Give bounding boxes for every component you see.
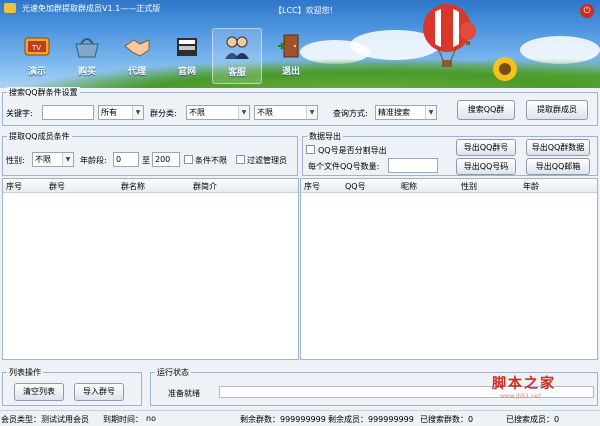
group-title: 运行状态	[155, 367, 191, 378]
nav-agent[interactable]: 代理	[112, 28, 162, 84]
table-header: 序号 QQ号 昵称 性别 年龄	[301, 179, 597, 193]
keyword-input[interactable]	[42, 105, 94, 120]
filter-admin-label: 过滤管理员	[247, 156, 287, 165]
basket-icon	[75, 38, 99, 58]
column-header[interactable]: 群名称	[121, 181, 145, 192]
column-header[interactable]: 序号	[304, 181, 320, 192]
category-label: 群分类:	[150, 109, 177, 118]
category-select-2[interactable]: 不限 ▼	[254, 105, 318, 120]
clear-list-button[interactable]: 清空列表	[14, 383, 64, 401]
per-file-label: 每个文件QQ号数量:	[308, 162, 380, 171]
member-list-table[interactable]: 序号 QQ号 昵称 性别 年龄	[300, 178, 598, 360]
age-to-label: 至	[142, 156, 150, 165]
sunflower-icon	[493, 57, 517, 81]
chevron-down-icon: ▼	[132, 106, 143, 119]
group-title: 搜索QQ群条件设置	[7, 87, 80, 98]
group-title: 数据导出	[307, 131, 343, 142]
search-group-button[interactable]: 搜索QQ群	[457, 100, 515, 120]
extract-members-button[interactable]: 提取群成员	[526, 100, 588, 120]
close-power-icon[interactable]: ⏻	[580, 4, 594, 18]
scope-select[interactable]: 所有 ▼	[98, 105, 144, 120]
nav-support[interactable]: 客服	[212, 28, 262, 84]
nav-buy[interactable]: 购买	[62, 28, 112, 84]
column-header[interactable]: 群号	[49, 181, 65, 192]
split-export-label: QQ号是否分割导出	[318, 146, 387, 155]
nav-label: 代理	[127, 67, 146, 77]
query-mode-label: 查询方式:	[333, 109, 368, 118]
category-select-1[interactable]: 不限 ▼	[186, 105, 250, 120]
split-export-checkbox[interactable]	[306, 145, 315, 154]
nav-label: 演示	[27, 67, 46, 77]
group-title: 提取QQ成员条件	[7, 131, 72, 142]
chevron-down-icon: ▼	[306, 106, 317, 119]
nav-demo[interactable]: TV 演示	[12, 28, 62, 84]
nav-label: 客服	[227, 68, 246, 78]
gender-select[interactable]: 不限 ▼	[32, 152, 74, 167]
category2-value: 不限	[257, 108, 273, 117]
export-group-data-button[interactable]: 导出QQ群数据	[526, 139, 590, 156]
searched-groups: 已搜索群数：0	[420, 415, 474, 424]
chevron-down-icon: ▼	[238, 106, 249, 119]
query-mode-value: 精准搜索	[378, 108, 410, 117]
header-banner: 光速免加群提取群成员V1.1——正式版 【LCC】欢迎您! ⏻ TV 演示 购买	[0, 0, 600, 88]
chevron-down-icon: ▼	[62, 153, 73, 166]
nav-exit[interactable]: 退出	[266, 28, 316, 84]
column-header[interactable]: 序号	[6, 181, 22, 192]
nav-website[interactable]: 官网	[162, 28, 212, 84]
searched-members: 已搜索成员：0	[506, 415, 560, 424]
watermark-logo: 脚本之家	[492, 376, 556, 392]
nav-label: 购买	[77, 67, 96, 77]
query-mode-select[interactable]: 精准搜索 ▼	[375, 105, 437, 120]
age-to-input[interactable]: 200	[152, 152, 180, 167]
keyword-label: 关键字:	[6, 109, 33, 118]
table-header: 序号 群号 群名称 群简介	[3, 179, 298, 193]
support-people-icon	[225, 36, 249, 59]
remaining-groups: 剩余群数：999999999	[240, 415, 326, 424]
age-label: 年龄段:	[80, 156, 107, 165]
welcome-text: 【LCC】欢迎您!	[274, 6, 333, 15]
column-header[interactable]: QQ号	[345, 181, 366, 192]
remaining-members: 剩余成员：999999999	[328, 415, 414, 424]
import-groups-button[interactable]: 导入群号	[74, 383, 124, 401]
column-header[interactable]: 昵称	[401, 181, 417, 192]
svg-text:TV: TV	[31, 44, 41, 52]
small-balloon-icon	[460, 22, 476, 45]
export-qq-group-button[interactable]: 导出QQ群号	[456, 139, 516, 156]
gender-label: 性别:	[6, 156, 25, 165]
member-type: 会员类型：测试试用会员	[1, 415, 89, 424]
exit-door-icon	[278, 34, 299, 58]
group-list-table[interactable]: 序号 群号 群名称 群简介	[2, 178, 299, 360]
no-limit-checkbox[interactable]	[184, 155, 193, 164]
app-icon	[4, 3, 16, 13]
chevron-down-icon: ▼	[425, 106, 436, 119]
handshake-icon	[124, 39, 150, 57]
gender-value: 不限	[35, 155, 51, 164]
books-icon	[177, 38, 197, 56]
column-header[interactable]: 群简介	[193, 181, 217, 192]
nav-label: 退出	[281, 67, 300, 77]
per-file-input[interactable]	[388, 158, 438, 173]
status-bar: 会员类型：测试试用会员 到期时间： no 剩余群数：999999999 剩余成员…	[0, 410, 600, 426]
column-header[interactable]: 性别	[461, 181, 477, 192]
watermark-url: www.jb51.net	[500, 393, 541, 400]
expire-label: 到期时间：	[103, 415, 143, 424]
window-title: 光速免加群提取群成员V1.1——正式版	[22, 4, 161, 13]
no-limit-label: 条件不限	[195, 156, 227, 165]
run-status-text: 准备就绪	[168, 389, 200, 398]
column-header[interactable]: 年龄	[523, 181, 539, 192]
nav-label: 官网	[177, 67, 196, 77]
filter-admin-checkbox[interactable]	[236, 155, 245, 164]
scope-value: 所有	[101, 108, 117, 117]
export-qq-number-button[interactable]: 导出QQ号码	[456, 158, 516, 175]
age-from-input[interactable]: 0	[113, 152, 139, 167]
category1-value: 不限	[189, 108, 205, 117]
tv-icon: TV	[24, 37, 50, 56]
group-title: 列表操作	[7, 367, 43, 378]
expire-value: no	[146, 414, 156, 423]
export-qq-mail-button[interactable]: 导出QQ邮箱	[526, 158, 590, 175]
